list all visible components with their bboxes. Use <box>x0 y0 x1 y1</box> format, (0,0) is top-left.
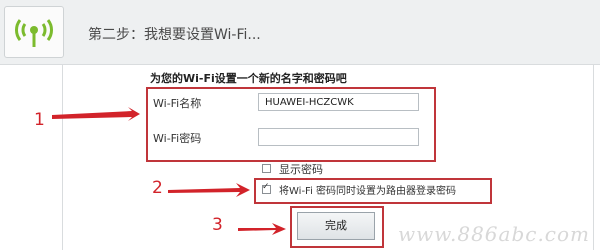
watermark: www.886abc.com <box>398 222 591 246</box>
red-arrow-icon <box>52 107 286 235</box>
